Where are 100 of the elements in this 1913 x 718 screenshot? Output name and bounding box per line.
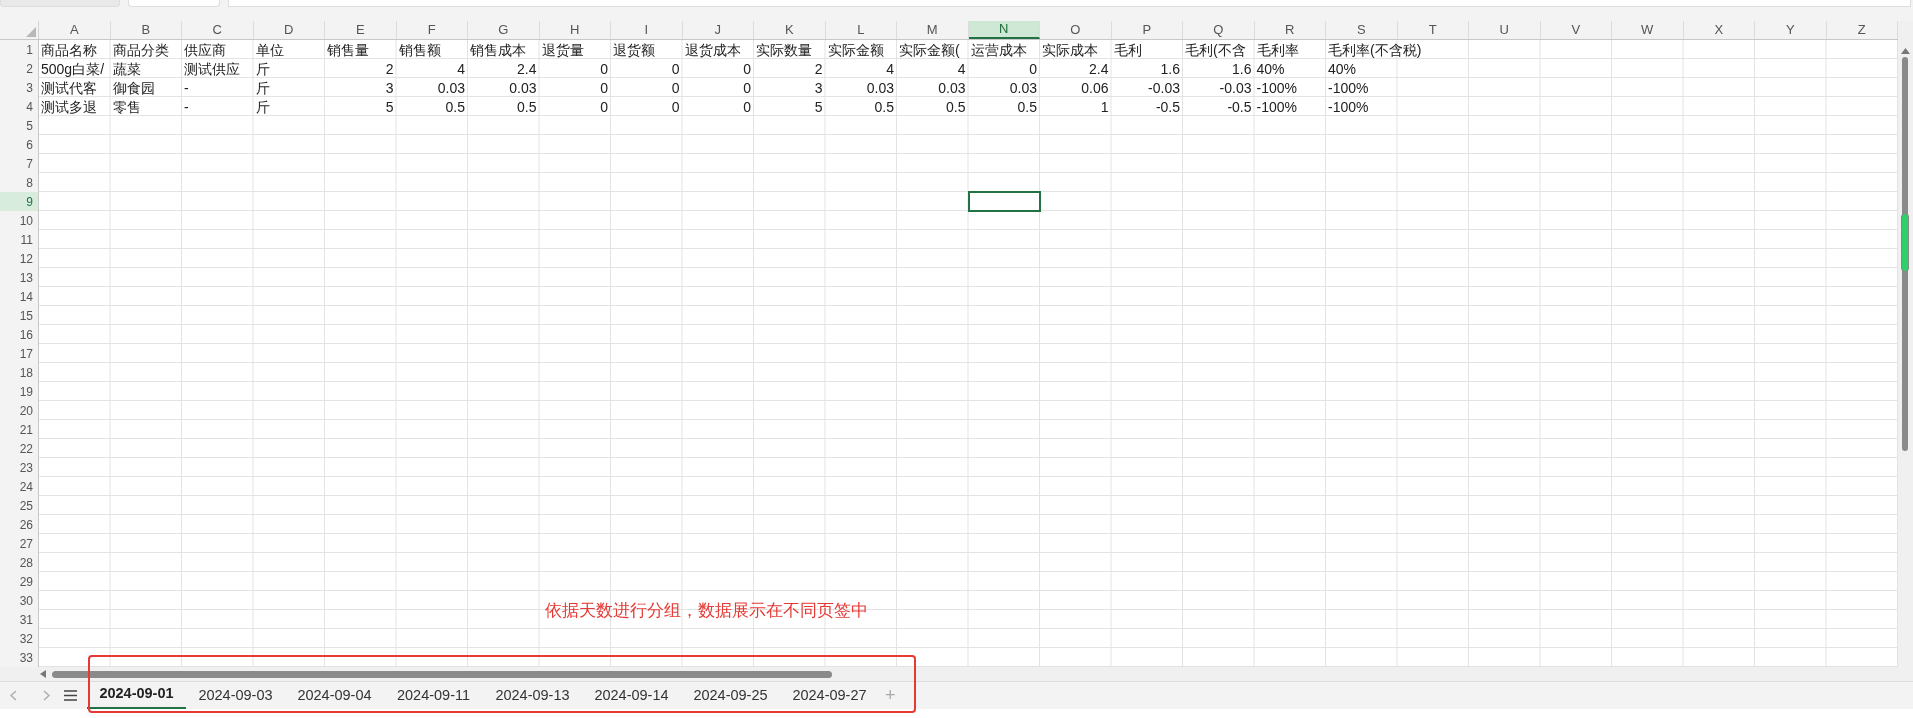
column-header[interactable]: E: [325, 21, 397, 39]
table-cell: 0: [1029, 61, 1037, 76]
row-header[interactable]: 16: [0, 325, 38, 344]
table-cell: 3: [385, 80, 394, 95]
row-header[interactable]: 23: [0, 458, 38, 477]
row-header[interactable]: 5: [0, 116, 38, 135]
row-header[interactable]: 24: [0, 477, 38, 496]
row-header[interactable]: 20: [0, 401, 38, 420]
row-header[interactable]: 28: [0, 553, 38, 572]
row-header[interactable]: 22: [0, 439, 38, 458]
table-cell: -: [184, 80, 189, 95]
row-header[interactable]: 9: [0, 192, 38, 211]
vertical-scrollbar[interactable]: [1898, 21, 1913, 681]
row-header[interactable]: 30: [0, 591, 38, 610]
scroll-up-icon: [1901, 48, 1910, 54]
column-header[interactable]: T: [1397, 21, 1469, 39]
table-cell: 0: [671, 80, 680, 95]
column-header[interactable]: D: [253, 21, 325, 39]
row-header[interactable]: 7: [0, 154, 38, 173]
row-header[interactable]: 6: [0, 135, 38, 154]
column-header[interactable]: W: [1612, 21, 1684, 39]
row-header[interactable]: 12: [0, 249, 38, 268]
row-header[interactable]: 21: [0, 420, 38, 439]
column-header[interactable]: R: [1254, 21, 1326, 39]
table-cell: 2.4: [1089, 61, 1109, 76]
column-header[interactable]: N: [968, 21, 1040, 39]
column-header[interactable]: Y: [1755, 21, 1827, 39]
selected-cell[interactable]: [967, 191, 1041, 212]
column-header[interactable]: K: [754, 21, 826, 39]
table-cell: 测试多退: [41, 99, 97, 114]
column-header[interactable]: J: [682, 21, 754, 39]
column-header[interactable]: V: [1540, 21, 1612, 39]
column-header[interactable]: P: [1111, 21, 1183, 39]
table-cell: 0: [671, 99, 680, 114]
table-cell: 实际金额(: [899, 42, 960, 57]
table-cell: 0.5: [445, 99, 465, 114]
table-cell: 0.5: [946, 99, 966, 114]
row-header[interactable]: 15: [0, 306, 38, 325]
table-cell: 零售: [112, 99, 141, 114]
row-header[interactable]: 19: [0, 382, 38, 401]
column-header[interactable]: G: [468, 21, 540, 39]
table-cell: 0.03: [866, 80, 894, 95]
row-header[interactable]: 4: [0, 97, 38, 116]
column-header[interactable]: A: [39, 21, 111, 39]
row-header[interactable]: 26: [0, 515, 38, 534]
table-cell: 0: [671, 61, 680, 76]
row-header[interactable]: 33: [0, 648, 38, 667]
row-header[interactable]: 1: [0, 40, 38, 59]
sheet-tab[interactable]: 2024-09-25: [681, 681, 780, 710]
table-cell: 实际数量: [756, 42, 812, 57]
column-header[interactable]: S: [1326, 21, 1398, 39]
row-header[interactable]: 10: [0, 211, 38, 230]
row-header[interactable]: 2: [0, 59, 38, 78]
table-cell: 斤: [255, 99, 270, 114]
column-header[interactable]: M: [897, 21, 969, 39]
sheet-tab[interactable]: 2024-09-27: [780, 681, 879, 710]
column-header[interactable]: I: [611, 21, 683, 39]
table-cell: -100%: [1328, 80, 1369, 95]
sheet-tab[interactable]: 2024-09-03: [186, 681, 285, 710]
row-header[interactable]: 14: [0, 287, 38, 306]
sheet-tab[interactable]: 2024-09-14: [582, 681, 681, 710]
table-cell: -100%: [1328, 99, 1369, 114]
scrollbar-thumb[interactable]: [1901, 213, 1909, 272]
table-cell: 5: [385, 99, 394, 114]
table-cell: 蔬菜: [112, 61, 141, 76]
row-header[interactable]: 3: [0, 78, 38, 97]
row-header[interactable]: 18: [0, 363, 38, 382]
table-cell: 毛利(不含: [1185, 42, 1246, 57]
table-cell: 4: [957, 61, 966, 76]
column-header[interactable]: U: [1469, 21, 1541, 39]
table-cell: 销售额: [398, 42, 441, 57]
table-cell: 毛利: [1113, 42, 1142, 57]
table-cell: 退货额: [613, 42, 655, 57]
row-header[interactable]: 27: [0, 534, 38, 553]
row-header[interactable]: 29: [0, 572, 38, 591]
table-cell: 销售量: [327, 42, 369, 57]
table-cell: 供应商: [184, 42, 226, 57]
sheet-tab[interactable]: 2024-09-11: [384, 681, 483, 710]
column-header[interactable]: X: [1683, 21, 1755, 39]
column-header[interactable]: Q: [1183, 21, 1255, 39]
column-header[interactable]: B: [110, 21, 182, 39]
row-header[interactable]: 11: [0, 230, 38, 249]
column-header[interactable]: H: [539, 21, 611, 39]
column-header[interactable]: O: [1040, 21, 1112, 39]
table-cell: 0.5: [1017, 99, 1037, 114]
horizontal-scrollbar-thumb[interactable]: [52, 670, 832, 678]
column-header[interactable]: F: [396, 21, 468, 39]
sheet-tab[interactable]: 2024-09-04: [285, 681, 384, 710]
row-header[interactable]: 8: [0, 173, 38, 192]
row-header[interactable]: 32: [0, 629, 38, 648]
sheet-tab[interactable]: 2024-09-13: [483, 681, 582, 710]
table-cell: 1.6: [1160, 61, 1180, 76]
column-header[interactable]: L: [825, 21, 897, 39]
column-header[interactable]: C: [182, 21, 254, 39]
row-header[interactable]: 17: [0, 344, 38, 363]
row-header[interactable]: 25: [0, 496, 38, 515]
row-header[interactable]: 31: [0, 610, 38, 629]
table-cell: 0.03: [437, 80, 465, 95]
row-header[interactable]: 13: [0, 268, 38, 287]
table-cell: 毛利率(不含税): [1328, 42, 1422, 57]
